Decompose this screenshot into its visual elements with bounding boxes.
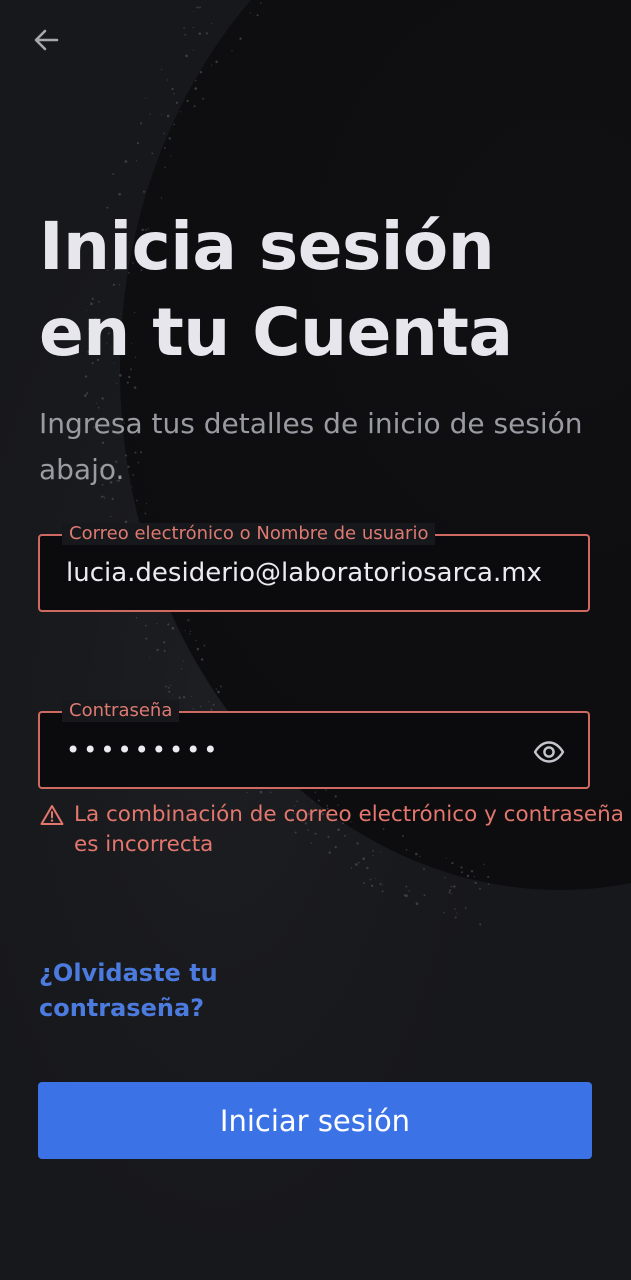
page-title: Inicia sesión en tu Cuenta: [39, 208, 513, 371]
back-button[interactable]: [28, 22, 64, 58]
warning-triangle-icon: [40, 805, 64, 825]
toggle-password-visibility-button[interactable]: [532, 735, 566, 769]
email-input[interactable]: [40, 536, 588, 610]
error-message: La combinación de correo electrónico y c…: [74, 802, 624, 857]
forgot-password-link[interactable]: ¿Olvidaste tu contraseña?: [39, 956, 299, 1026]
login-button[interactable]: Iniciar sesión: [38, 1082, 592, 1159]
login-error: La combinación de correo electrónico y c…: [40, 800, 625, 860]
email-field[interactable]: Correo electrónico o Nombre de usuario: [38, 523, 590, 612]
password-input[interactable]: [40, 713, 588, 787]
password-field[interactable]: Contraseña: [38, 700, 590, 789]
arrow-left-icon: [34, 29, 59, 51]
eye-icon: [533, 741, 565, 763]
page-subtitle: Ingresa tus detalles de inicio de sesión…: [39, 407, 583, 486]
